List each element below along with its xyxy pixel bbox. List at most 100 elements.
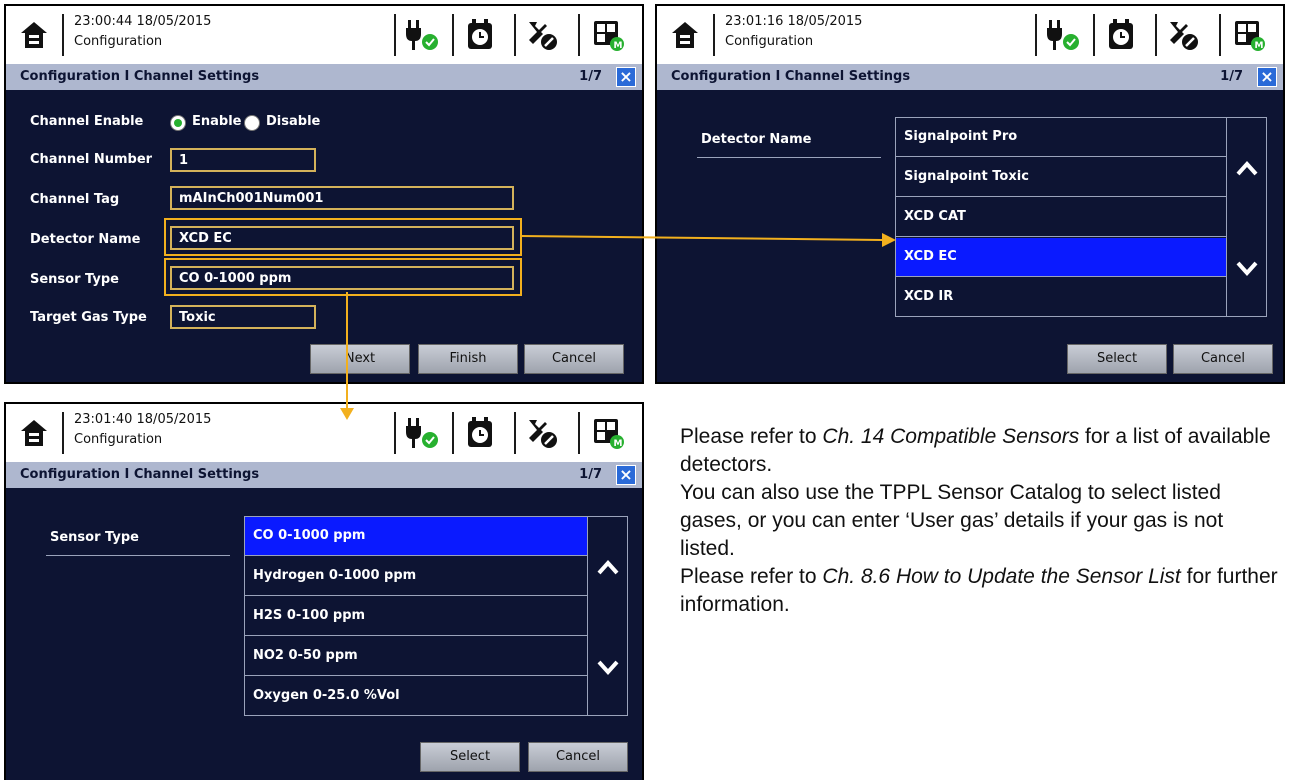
list-item[interactable]: Hydrogen 0-1000 ppm [245,557,588,596]
header-divider [1155,14,1157,56]
instruction-note: Please refer to Ch. 14 Compatible Sensor… [680,423,1280,619]
sensor-type-label: Sensor Type [30,272,119,287]
svg-text:M: M [1255,41,1264,51]
cancel-button[interactable]: Cancel [1173,344,1273,374]
target-gas-field[interactable]: Toxic [170,305,316,329]
power-ok-icon[interactable] [1041,15,1085,55]
window-title: Configuration I Channel Settings [671,69,911,84]
header-divider [62,412,64,454]
header-bar: 23:01:40 18/05/2015 Configuration M [6,404,642,462]
close-icon[interactable]: × [616,465,636,485]
window-title: Configuration I Channel Settings [20,69,260,84]
channel-number-label: Channel Number [30,152,153,167]
disable-radio-label: Disable [266,114,321,129]
header-time: 23:01:16 18/05/2015 [725,14,863,29]
list-item[interactable]: XCD CAT [896,198,1227,237]
header-divider [1093,14,1095,56]
chevron-up-icon[interactable] [596,557,620,577]
header-divider [713,14,715,56]
home-icon[interactable] [14,16,54,54]
home-icon[interactable] [665,16,705,54]
cancel-button[interactable]: Cancel [524,344,624,374]
target-gas-label: Target Gas Type [30,310,147,325]
enable-radio-label: Enable [192,114,242,129]
chevron-down-icon[interactable] [1235,258,1259,278]
page-indicator: 1/7 [579,467,602,482]
tools-icon[interactable] [1161,15,1205,55]
close-icon[interactable]: × [1257,67,1277,87]
list-item[interactable]: XCD IR [896,278,1227,317]
module-icon[interactable]: M [586,15,630,55]
list-item[interactable]: H2S 0-100 ppm [245,597,588,636]
power-ok-icon[interactable] [400,15,444,55]
channel-settings-screen: 23:00:44 18/05/2015 Configuration M Conf… [4,4,644,384]
channel-number-field[interactable]: 1 [170,148,316,172]
note-text: Please refer to [680,425,823,448]
power-ok-icon[interactable] [400,413,444,453]
header-divider [1035,14,1037,56]
sensor-type-label: Sensor Type [50,530,139,545]
module-icon[interactable]: M [586,413,630,453]
note-line-2: You can also use the TPPL Sensor Catalog… [680,481,1224,560]
enable-radio[interactable] [170,115,186,131]
header-context: Configuration [725,34,814,49]
label-underline [46,555,230,556]
channel-tag-label: Channel Tag [30,192,120,207]
title-bar: Configuration I Channel Settings 1/7 × [6,64,642,90]
finish-button[interactable]: Finish [418,344,518,374]
next-button[interactable]: Next [310,344,410,374]
note-line-1: Please refer to Ch. 14 Compatible Sensor… [680,423,1280,479]
note-text: Please refer to [680,565,823,588]
chevron-up-icon[interactable] [1235,158,1259,178]
tools-icon[interactable] [520,15,564,55]
page-indicator: 1/7 [1220,69,1243,84]
svg-text:M: M [614,439,623,449]
timer-icon[interactable] [1099,15,1143,55]
header-bar: 23:00:44 18/05/2015 Configuration M [6,6,642,64]
note-line-3: Please refer to Ch. 8.6 How to Update th… [680,563,1280,619]
list-item-selected[interactable]: XCD EC [896,238,1227,277]
header-context: Configuration [74,432,163,447]
detector-name-label: Detector Name [30,232,141,247]
page-indicator: 1/7 [579,69,602,84]
header-divider [514,412,516,454]
header-divider [394,14,396,56]
header-divider [452,14,454,56]
close-icon[interactable]: × [616,67,636,87]
list-item-selected[interactable]: CO 0-1000 ppm [245,517,588,556]
sensor-select-screen: 23:01:40 18/05/2015 Configuration M Conf… [4,402,644,780]
module-icon[interactable]: M [1227,15,1271,55]
header-divider [452,412,454,454]
header-divider [514,14,516,56]
list-scrollbar[interactable] [587,517,627,715]
list-item[interactable]: NO2 0-50 ppm [245,637,588,676]
chevron-down-icon[interactable] [596,657,620,677]
disable-radio[interactable] [244,115,260,131]
label-underline [697,157,881,158]
header-time: 23:01:40 18/05/2015 [74,412,212,427]
header-time: 23:00:44 18/05/2015 [74,14,212,29]
header-divider [62,14,64,56]
note-reference: Ch. 8.6 How to Update the Sensor List [822,565,1181,588]
note-reference: Ch. 14 Compatible Sensors [822,425,1080,448]
title-bar: Configuration I Channel Settings 1/7 × [6,462,642,488]
channel-enable-label: Channel Enable [30,114,144,129]
timer-icon[interactable] [458,15,502,55]
list-item[interactable]: Signalpoint Toxic [896,158,1227,197]
header-context: Configuration [74,34,163,49]
list-item[interactable]: Oxygen 0-25.0 %Vol [245,677,588,716]
timer-icon[interactable] [458,413,502,453]
channel-tag-field[interactable]: mAInCh001Num001 [170,186,514,210]
home-icon[interactable] [14,414,54,452]
select-button[interactable]: Select [1067,344,1167,374]
svg-text:M: M [614,41,623,51]
detector-highlight [164,218,522,256]
list-scrollbar[interactable] [1226,118,1266,316]
title-bar: Configuration I Channel Settings 1/7 × [657,64,1283,90]
cancel-button[interactable]: Cancel [528,742,628,772]
sensor-list: CO 0-1000 ppm Hydrogen 0-1000 ppm H2S 0-… [244,516,628,716]
tools-icon[interactable] [520,413,564,453]
list-item[interactable]: Signalpoint Pro [896,118,1227,157]
select-button[interactable]: Select [420,742,520,772]
header-divider [578,14,580,56]
